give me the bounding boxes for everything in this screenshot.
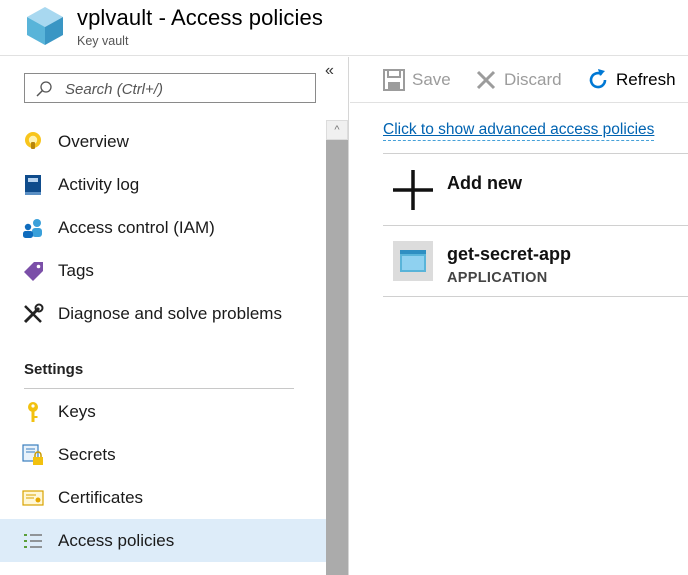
wrench-icon [23, 303, 44, 324]
list-icon [24, 534, 42, 548]
secret-icon [22, 444, 43, 465]
divider [383, 225, 688, 226]
tag-icon [24, 262, 43, 281]
book-icon [25, 175, 41, 195]
settings-heading: Settings [24, 361, 84, 378]
sidebar-item-secrets[interactable]: Secrets [0, 433, 326, 476]
sidebar-item-label: Overview [58, 132, 129, 151]
search-box[interactable] [24, 73, 316, 103]
policy-name: get-secret-app [447, 244, 572, 264]
blade-header: vplvault - Access policies Key vault [0, 0, 688, 56]
collapse-sidebar-button[interactable]: « [325, 63, 341, 79]
sidebar-item-diagnose[interactable]: Diagnose and solve problems [0, 292, 326, 335]
page-subtitle: Key vault [77, 34, 129, 48]
sidebar-item-certificates[interactable]: Certificates [0, 476, 326, 519]
refresh-label: Refresh [616, 70, 676, 89]
add-new-label: Add new [447, 173, 522, 193]
page-title: vplvault - Access policies [77, 5, 323, 30]
sidebar: « Overview Activity log Access contro [0, 57, 349, 575]
sidebar-item-label: Certificates [58, 488, 144, 507]
policy-list-item[interactable]: get-secret-app APPLICATION [383, 232, 688, 294]
add-new-button[interactable]: Add new [383, 166, 688, 222]
refresh-icon [589, 69, 607, 89]
command-bar: Save Discard Refresh [350, 57, 688, 103]
discard-label: Discard [504, 70, 562, 89]
sidebar-item-keys[interactable]: Keys [0, 390, 326, 433]
people-icon [23, 219, 42, 238]
key-icon [28, 402, 38, 422]
certificate-icon [22, 490, 44, 506]
sidebar-item-label: Activity log [58, 175, 140, 194]
sidebar-item-access-control[interactable]: Access control (IAM) [0, 206, 326, 249]
search-input[interactable] [65, 79, 305, 99]
lightbulb-icon [25, 132, 41, 149]
divider [383, 153, 688, 154]
sidebar-item-tags[interactable]: Tags [0, 249, 326, 292]
plus-icon [393, 170, 433, 210]
key-vault-cube-icon [27, 7, 63, 45]
sidebar-item-label: Tags [58, 261, 94, 280]
application-icon [393, 241, 433, 281]
sidebar-scrollbar[interactable] [326, 120, 348, 575]
policy-type: APPLICATION [447, 270, 548, 286]
settings-divider [24, 388, 294, 389]
sidebar-item-overview[interactable]: Overview [0, 120, 326, 163]
sidebar-item-access-policies[interactable]: Access policies [0, 519, 326, 562]
advanced-access-policies-link[interactable]: Click to show advanced access policies [383, 121, 655, 141]
scroll-up-button[interactable]: ^ [326, 120, 348, 140]
sidebar-item-label: Keys [58, 402, 96, 421]
sidebar-item-activity-log[interactable]: Activity log [0, 163, 326, 206]
save-icon [383, 69, 405, 91]
search-icon [36, 81, 52, 97]
save-label: Save [412, 70, 451, 89]
sidebar-item-label: Access policies [58, 531, 175, 550]
sidebar-item-label: Diagnose and solve problems [58, 304, 282, 323]
sidebar-item-label: Access control (IAM) [58, 218, 215, 237]
sidebar-item-label: Secrets [58, 445, 116, 464]
divider [383, 296, 688, 297]
close-icon [476, 70, 496, 90]
